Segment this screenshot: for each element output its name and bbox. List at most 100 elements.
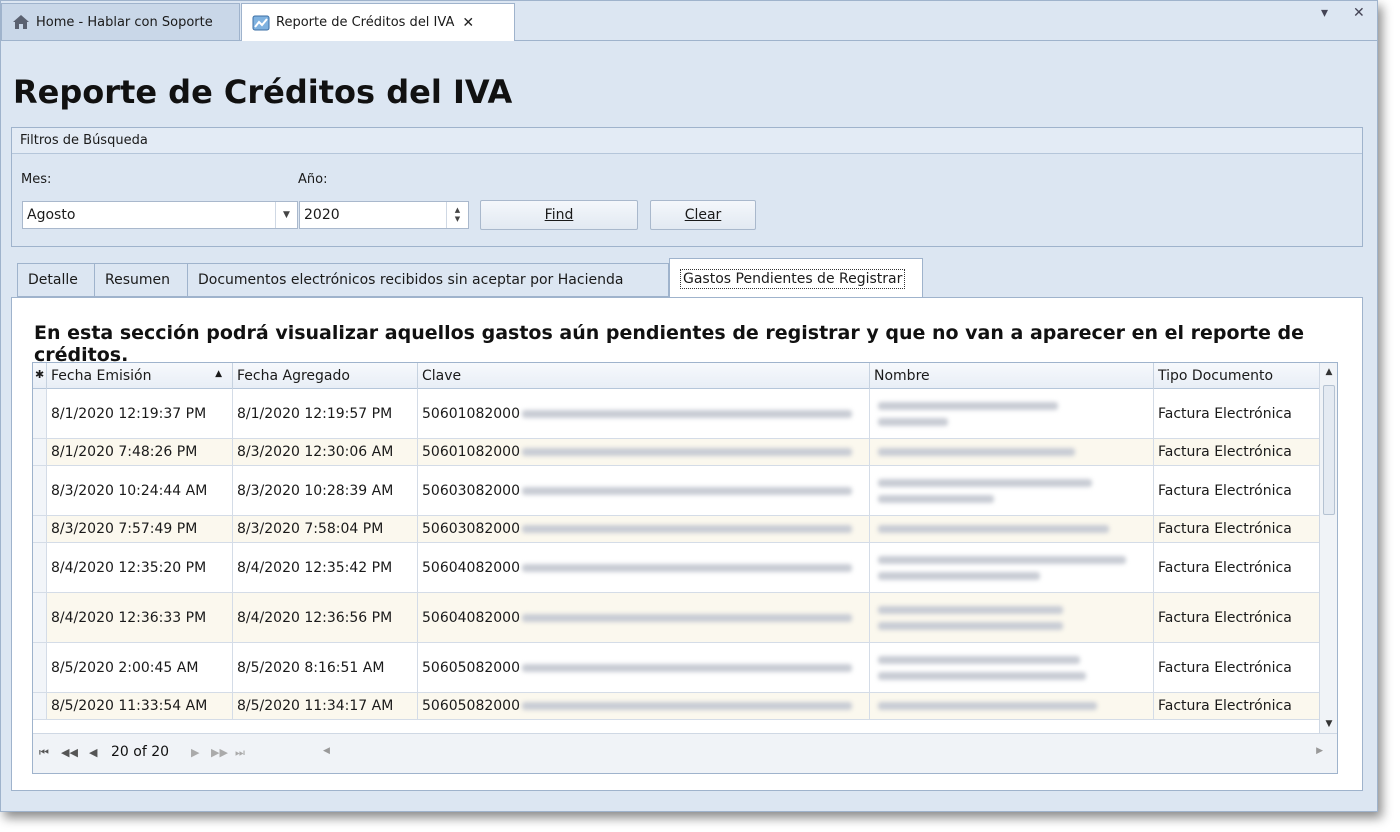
- cell-tipo-documento[interactable]: Factura Electrónica: [1154, 389, 1321, 438]
- cell-fecha-emision[interactable]: 8/4/2020 12:35:20 PM: [47, 543, 233, 592]
- cell-fecha-emision[interactable]: 8/3/2020 7:57:49 PM: [47, 516, 233, 542]
- table-row[interactable]: 8/1/2020 7:48:26 PM 8/3/2020 12:30:06 AM 5…: [33, 439, 1321, 466]
- window-menu-icon[interactable]: ▾: [1321, 5, 1328, 21]
- table-row[interactable]: 8/5/2020 11:33:54 AM 8/5/2020 11:34:17 AM…: [33, 693, 1321, 720]
- scroll-up-icon[interactable]: ▲: [1320, 367, 1337, 377]
- cell-clave[interactable]: 50604082000: [418, 593, 870, 642]
- cell-nombre[interactable]: [870, 439, 1154, 465]
- new-row-icon[interactable]: ✱: [33, 363, 47, 389]
- cell-tipo-documento[interactable]: Factura Electrónica: [1154, 466, 1321, 515]
- scroll-left-icon[interactable]: ◀: [323, 746, 330, 756]
- cell-tipo-documento[interactable]: Factura Electrónica: [1154, 593, 1321, 642]
- cell-nombre[interactable]: [870, 516, 1154, 542]
- table-row[interactable]: 8/3/2020 10:24:44 AM 8/3/2020 10:28:39 AM…: [33, 466, 1321, 516]
- cell-fecha-agregado[interactable]: 8/3/2020 10:28:39 AM: [233, 466, 418, 515]
- spin-arrows-icon[interactable]: ▲ ▼: [446, 202, 468, 228]
- redacted-value: [521, 409, 852, 418]
- cell-clave[interactable]: 50601082000: [418, 439, 870, 465]
- cell-fecha-emision[interactable]: 8/4/2020 12:36:33 PM: [47, 593, 233, 642]
- cell-tipo-documento[interactable]: Factura Electrónica: [1154, 693, 1321, 719]
- tab-reporte[interactable]: Reporte de Créditos del IVA ✕: [241, 3, 515, 41]
- next-record-icon[interactable]: ▶: [191, 746, 199, 759]
- tab-detalle[interactable]: Detalle: [17, 263, 95, 297]
- table-row[interactable]: 8/5/2020 2:00:45 AM 8/5/2020 8:16:51 AM 50…: [33, 643, 1321, 693]
- month-select[interactable]: Agosto ▼: [22, 201, 298, 229]
- table-row[interactable]: 8/4/2020 12:36:33 PM 8/4/2020 12:36:56 PM…: [33, 593, 1321, 643]
- cell-tipo-documento[interactable]: Factura Electrónica: [1154, 643, 1321, 692]
- tab-home[interactable]: Home - Hablar con Soporte: [1, 3, 240, 40]
- window-close-icon[interactable]: ✕: [1353, 5, 1365, 21]
- row-indicator[interactable]: [33, 593, 47, 642]
- cell-tipo-documento-text: Factura Electrónica: [1158, 659, 1292, 676]
- cell-clave[interactable]: 50603082000: [418, 516, 870, 542]
- home-icon: [12, 14, 30, 30]
- scroll-thumb[interactable]: [1323, 385, 1335, 515]
- table-row[interactable]: 8/1/2020 12:19:37 PM 8/1/2020 12:19:57 PM…: [33, 389, 1321, 439]
- horizontal-scrollbar[interactable]: ◀ ▶: [323, 746, 1323, 760]
- cell-clave[interactable]: 50603082000: [418, 466, 870, 515]
- close-tab-icon[interactable]: ✕: [462, 15, 474, 31]
- cell-clave[interactable]: 50605082000: [418, 643, 870, 692]
- col-clave[interactable]: Clave: [418, 363, 870, 389]
- cell-fecha-emision-text: 8/4/2020 12:36:33 PM: [51, 609, 207, 626]
- prev-page-icon[interactable]: ◀◀: [61, 746, 78, 759]
- scroll-down-icon[interactable]: ▼: [1320, 719, 1337, 729]
- cell-clave-text: 50604082000: [422, 559, 520, 576]
- cell-fecha-agregado[interactable]: 8/3/2020 12:30:06 AM: [233, 439, 418, 465]
- cell-fecha-emision-text: 8/1/2020 7:48:26 PM: [51, 444, 198, 460]
- row-indicator[interactable]: [33, 543, 47, 592]
- tab-documentos-sin-aceptar[interactable]: Documentos electrónicos recibidos sin ac…: [187, 263, 669, 297]
- first-page-icon[interactable]: ⏮: [39, 746, 49, 760]
- row-indicator[interactable]: [33, 389, 47, 438]
- clear-button[interactable]: Clear: [650, 200, 756, 230]
- cell-fecha-agregado[interactable]: 8/5/2020 11:34:17 AM: [233, 693, 418, 719]
- table-row[interactable]: 8/3/2020 7:57:49 PM 8/3/2020 7:58:04 PM 50…: [33, 516, 1321, 543]
- cell-tipo-documento[interactable]: Factura Electrónica: [1154, 543, 1321, 592]
- row-indicator[interactable]: [33, 693, 47, 719]
- col-tipo-documento[interactable]: Tipo Documento: [1154, 363, 1321, 389]
- find-button[interactable]: Find: [480, 200, 638, 230]
- tab-gastos-pendientes[interactable]: Gastos Pendientes de Registrar: [669, 258, 923, 298]
- col-nombre[interactable]: Nombre: [870, 363, 1154, 389]
- last-page-icon[interactable]: ⏭: [235, 746, 245, 760]
- tab-resumen[interactable]: Resumen: [94, 263, 188, 297]
- next-page-icon[interactable]: ▶▶: [211, 746, 228, 759]
- cell-nombre[interactable]: [870, 593, 1154, 642]
- cell-tipo-documento-text: Factura Electrónica: [1158, 444, 1292, 460]
- row-indicator[interactable]: [33, 643, 47, 692]
- cell-fecha-emision[interactable]: 8/1/2020 7:48:26 PM: [47, 439, 233, 465]
- cell-fecha-emision[interactable]: 8/3/2020 10:24:44 AM: [47, 466, 233, 515]
- gastos-grid[interactable]: ✱ Fecha Emisión ▲ Fecha Agregado Clave N…: [32, 362, 1338, 774]
- cell-nombre[interactable]: [870, 466, 1154, 515]
- prev-record-icon[interactable]: ◀: [89, 746, 97, 759]
- chevron-down-icon[interactable]: ▼: [275, 202, 297, 228]
- row-indicator[interactable]: [33, 516, 47, 542]
- scroll-right-icon[interactable]: ▶: [1316, 746, 1323, 756]
- cell-fecha-emision[interactable]: 8/1/2020 12:19:37 PM: [47, 389, 233, 438]
- tab-reporte-label: Reporte de Créditos del IVA: [276, 15, 455, 30]
- cell-fecha-agregado[interactable]: 8/1/2020 12:19:57 PM: [233, 389, 418, 438]
- table-row[interactable]: 8/4/2020 12:35:20 PM 8/4/2020 12:35:42 PM…: [33, 543, 1321, 593]
- cell-clave[interactable]: 50604082000: [418, 543, 870, 592]
- cell-clave[interactable]: 50601082000: [418, 389, 870, 438]
- cell-fecha-agregado[interactable]: 8/4/2020 12:35:42 PM: [233, 543, 418, 592]
- vertical-scrollbar[interactable]: ▲ ▼: [1319, 363, 1337, 735]
- cell-fecha-agregado[interactable]: 8/3/2020 7:58:04 PM: [233, 516, 418, 542]
- cell-clave[interactable]: 50605082000: [418, 693, 870, 719]
- cell-fecha-agregado[interactable]: 8/4/2020 12:36:56 PM: [233, 593, 418, 642]
- cell-fecha-agregado[interactable]: 8/5/2020 8:16:51 AM: [233, 643, 418, 692]
- cell-nombre[interactable]: [870, 389, 1154, 438]
- col-fecha-emision[interactable]: Fecha Emisión ▲: [47, 363, 233, 389]
- col-fecha-agregado[interactable]: Fecha Agregado: [233, 363, 418, 389]
- cell-tipo-documento[interactable]: Factura Electrónica: [1154, 439, 1321, 465]
- row-indicator[interactable]: [33, 466, 47, 515]
- gastos-panel: En esta sección podrá visualizar aquello…: [11, 297, 1363, 791]
- cell-nombre[interactable]: [870, 693, 1154, 719]
- year-spinner[interactable]: 2020 ▲ ▼: [299, 201, 469, 229]
- cell-fecha-emision[interactable]: 8/5/2020 11:33:54 AM: [47, 693, 233, 719]
- row-indicator[interactable]: [33, 439, 47, 465]
- cell-fecha-emision[interactable]: 8/5/2020 2:00:45 AM: [47, 643, 233, 692]
- cell-nombre[interactable]: [870, 543, 1154, 592]
- cell-tipo-documento[interactable]: Factura Electrónica: [1154, 516, 1321, 542]
- cell-nombre[interactable]: [870, 643, 1154, 692]
